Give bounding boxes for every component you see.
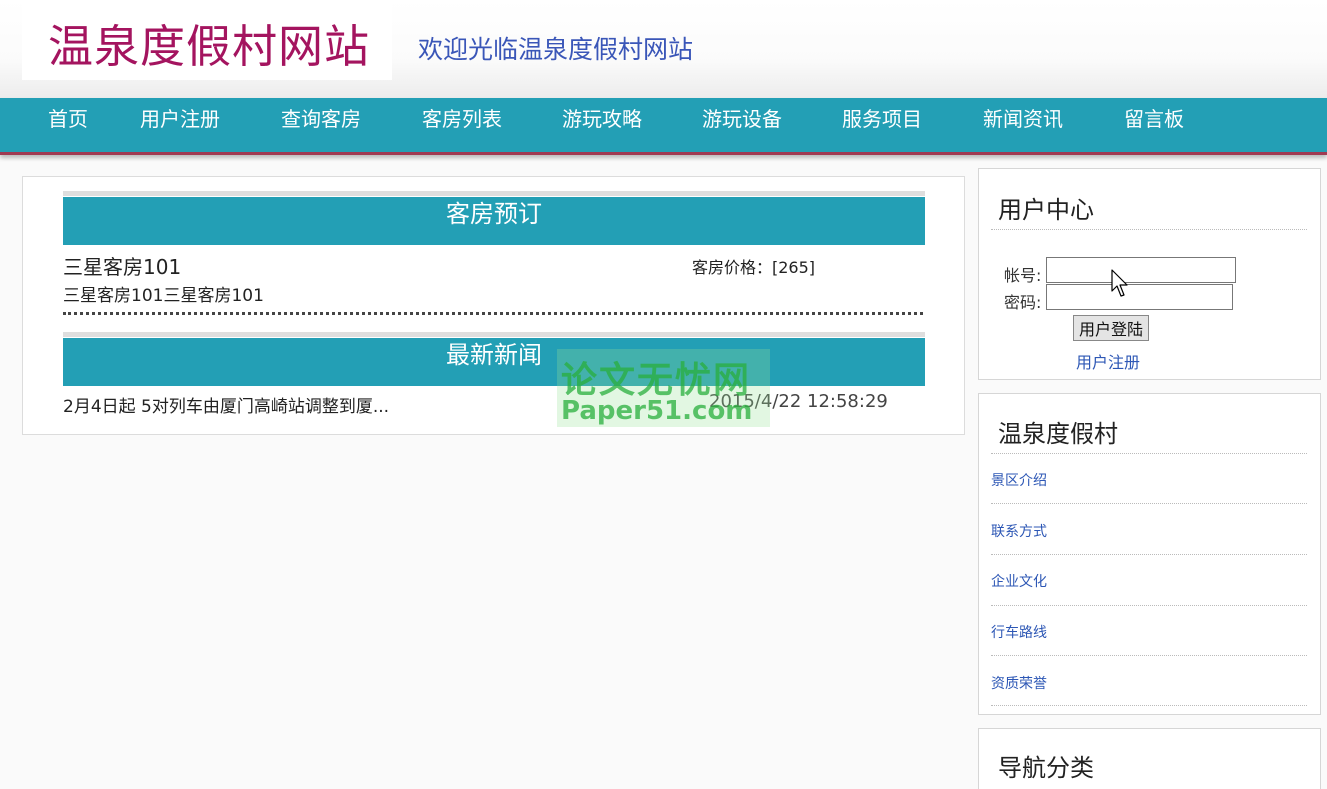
link-contact[interactable]: 联系方式 — [991, 521, 1047, 541]
mouse-cursor-icon — [1111, 269, 1128, 297]
link-scenic-intro[interactable]: 景区介绍 — [991, 470, 1047, 490]
resort-panel: 温泉度假村 景区介绍 联系方式 企业文化 行车路线 资质荣誉 — [978, 393, 1321, 715]
user-center-title: 用户中心 — [998, 196, 1094, 224]
user-center-panel: 用户中心 帐号: 密码: 用户登陆 用户注册 — [978, 168, 1321, 380]
room-description: 三星客房101三星客房101 — [63, 286, 264, 306]
nav-item-facilities[interactable]: 游玩设备 — [702, 98, 782, 140]
nav-item-news[interactable]: 新闻资讯 — [983, 98, 1063, 140]
nav-category-panel: 导航分类 — [978, 728, 1321, 789]
main-nav: 首页 用户注册 查询客房 客房列表 游玩攻略 游玩设备 服务项目 新闻资讯 留言… — [0, 98, 1327, 155]
nav-category-title: 导航分类 — [998, 754, 1094, 782]
room-price: 客房价格：[265] — [692, 258, 816, 277]
news-item-title[interactable]: 2月4日起 5对列车由厦门高崎站调整到厦... — [63, 392, 389, 417]
main-content: 客房预订 三星客房101 客房价格：[265] 三星客房101三星客房101 最… — [22, 176, 965, 435]
nav-item-travel-guide[interactable]: 游玩攻略 — [562, 98, 642, 140]
nav-item-guestbook[interactable]: 留言板 — [1124, 98, 1184, 140]
nav-item-home[interactable]: 首页 — [48, 98, 88, 140]
nav-item-search-room[interactable]: 查询客房 — [281, 98, 361, 140]
register-link[interactable]: 用户注册 — [1076, 349, 1140, 373]
link-divider — [991, 554, 1307, 555]
resort-title: 温泉度假村 — [998, 420, 1118, 448]
link-divider — [991, 605, 1307, 606]
section-top-border — [63, 332, 925, 337]
room-name[interactable]: 三星客房101 — [63, 251, 181, 280]
nav-item-register[interactable]: 用户注册 — [140, 98, 220, 140]
logo-area: 温泉度假村网站 — [22, 0, 392, 80]
welcome-text: 欢迎光临温泉度假村网站 — [418, 35, 694, 64]
nav-item-services[interactable]: 服务项目 — [842, 98, 922, 140]
nav-item-room-list[interactable]: 客房列表 — [422, 98, 502, 140]
news-item-date: 2015/4/22 12:58:29 — [709, 391, 888, 412]
login-button[interactable]: 用户登陆 — [1073, 315, 1149, 341]
section-top-border — [63, 191, 925, 196]
link-divider — [991, 655, 1307, 656]
link-driving-route[interactable]: 行车路线 — [991, 622, 1047, 642]
news-section-title: 最新新闻 — [63, 338, 925, 386]
site-header: 温泉度假村网站 欢迎光临温泉度假村网站 — [0, 0, 1327, 98]
booking-section-title: 客房预订 — [63, 197, 925, 245]
link-divider — [991, 503, 1307, 504]
account-input[interactable] — [1046, 257, 1236, 283]
link-divider — [991, 705, 1307, 706]
title-divider — [991, 453, 1307, 454]
password-label: 密码: — [1004, 293, 1042, 312]
dotted-divider — [63, 312, 923, 315]
title-divider — [991, 229, 1307, 230]
link-corporate-culture[interactable]: 企业文化 — [991, 571, 1047, 591]
password-input[interactable] — [1046, 284, 1233, 310]
site-title: 温泉度假村网站 — [48, 20, 371, 73]
link-honors[interactable]: 资质荣誉 — [991, 673, 1047, 693]
account-label: 帐号: — [1004, 266, 1042, 285]
